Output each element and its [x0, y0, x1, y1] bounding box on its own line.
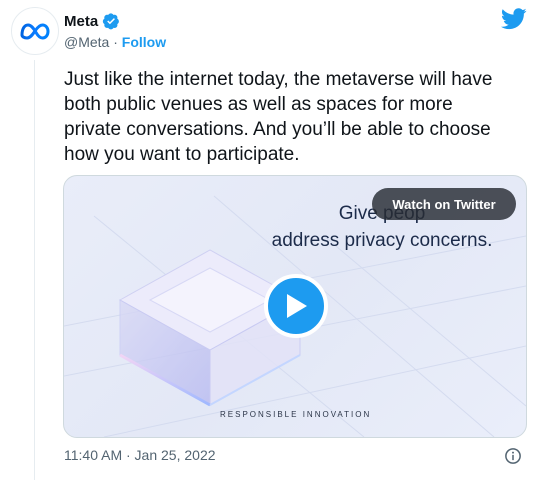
separator-dot: ·	[113, 34, 118, 50]
meta-logo-icon	[20, 23, 50, 40]
watch-on-twitter-button[interactable]: Watch on Twitter	[372, 188, 516, 220]
follow-link[interactable]: Follow	[122, 34, 166, 50]
avatar[interactable]	[11, 7, 59, 55]
handle-row: @Meta · Follow	[64, 34, 166, 50]
watch-label: Watch on Twitter	[392, 196, 496, 212]
media-caption: RESPONSIBLE INNOVATION	[220, 410, 372, 419]
tweet-timestamp[interactable]: 11:40 AM · Jan 25, 2022	[64, 447, 216, 463]
thread-line	[34, 60, 35, 480]
twitter-bird-icon[interactable]	[501, 8, 527, 30]
info-icon[interactable]	[504, 447, 522, 465]
verified-badge-icon	[103, 13, 120, 30]
play-icon	[287, 294, 307, 318]
author-name-row: Meta	[64, 12, 120, 30]
play-button[interactable]	[264, 274, 328, 338]
tweet-text: Just like the internet today, the metave…	[64, 69, 493, 165]
author-name[interactable]: Meta	[64, 13, 98, 30]
author-handle[interactable]: @Meta	[64, 34, 109, 50]
video-media[interactable]: Give peop address privacy concerns. Watc…	[63, 175, 527, 438]
